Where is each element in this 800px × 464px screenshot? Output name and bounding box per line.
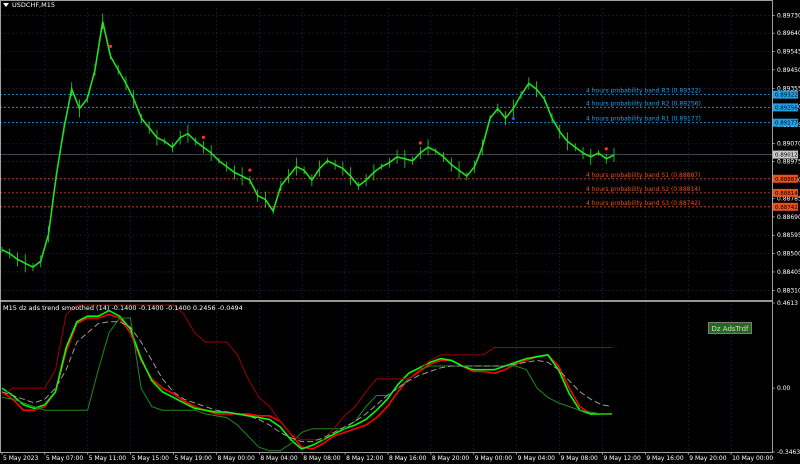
indicator-title: M15 dz ads trend smoothed (14) -0.1400 -… bbox=[3, 304, 243, 312]
price-tag-text: 0.89322 bbox=[775, 93, 798, 99]
time-label: 5 May 2023 bbox=[3, 455, 38, 462]
symbol-label[interactable]: USDCHF,M15 bbox=[3, 1, 55, 9]
price-label: 0.89450 bbox=[777, 67, 800, 74]
time-label: 9 May 12:00 bbox=[603, 455, 641, 462]
time-label: 5 May 15:00 bbox=[132, 455, 170, 462]
time-label: 9 May 00:00 bbox=[475, 455, 513, 462]
price-label: 0.88595 bbox=[777, 232, 800, 239]
band-label: 4 hours probability band S3 (0.88742) bbox=[586, 200, 700, 207]
time-label: 9 May 04:00 bbox=[518, 455, 556, 462]
indicator-label: 0.00 bbox=[777, 385, 791, 392]
time-label: 5 May 19:00 bbox=[175, 455, 213, 462]
time-label: 9 May 16:00 bbox=[646, 455, 684, 462]
time-label: 9 May 20:00 bbox=[689, 455, 727, 462]
indicator-label: 0.4613 bbox=[777, 300, 798, 307]
band-label: 4 hours probability band R2 (0.89256) bbox=[586, 100, 701, 107]
time-label: 8 May 08:00 bbox=[303, 455, 341, 462]
signal-dot bbox=[418, 141, 422, 145]
signal-dot bbox=[108, 44, 113, 48]
price-label: 0.89730 bbox=[777, 13, 800, 20]
price-tag-text: 0.89177 bbox=[775, 121, 798, 127]
price-label: 0.88500 bbox=[777, 251, 800, 258]
signal-dot bbox=[248, 168, 252, 172]
time-label: 8 May 04:00 bbox=[260, 455, 298, 462]
time-label: 5 May 11:00 bbox=[89, 455, 127, 462]
dropdown-triangle-icon bbox=[3, 3, 9, 7]
price-tag-text: 0.88742 bbox=[775, 205, 798, 211]
price-label: 0.89640 bbox=[777, 30, 800, 37]
signal-dot bbox=[201, 135, 206, 139]
chart-stage[interactable]: 4 hours probability band R3 (0.89322) 4 h… bbox=[0, 0, 800, 464]
price-label: 0.88310 bbox=[777, 287, 800, 294]
signal-dot bbox=[511, 116, 515, 121]
price-tag-text: 0.89256 bbox=[775, 105, 798, 111]
symbol-text: USDCHF,M15 bbox=[12, 1, 55, 9]
time-label: 8 May 00:00 bbox=[217, 455, 255, 462]
price-tag-text: 0.89012 bbox=[775, 153, 798, 159]
time-label: 8 May 12:00 bbox=[346, 455, 384, 462]
indicator-label: -0.3463 bbox=[777, 449, 800, 456]
price-tag-text: 0.88887 bbox=[775, 177, 798, 183]
dz-adstrd-button[interactable]: Dz AdsTrdf bbox=[708, 322, 752, 334]
band-label: 4 hours probability band S1 (0.88887) bbox=[586, 172, 700, 179]
price-label: 0.89070 bbox=[777, 140, 800, 147]
time-label: 5 May 07:00 bbox=[46, 455, 84, 462]
price-label: 0.89545 bbox=[777, 49, 800, 56]
time-label: 8 May 16:00 bbox=[389, 455, 427, 462]
price-tags: 0.89322 0.89256 0.89177 0.89012 0.88887 0.888… bbox=[773, 90, 798, 211]
band-label: 4 hours probability band R1 (0.89177) bbox=[586, 116, 701, 123]
signal-dot bbox=[604, 147, 608, 151]
price-label: 0.88405 bbox=[777, 269, 800, 276]
price-label: 0.88975 bbox=[777, 159, 800, 166]
time-label: 8 May 20:00 bbox=[432, 455, 470, 462]
time-label: 9 May 08:00 bbox=[561, 455, 599, 462]
time-label: 10 May 00:00 bbox=[732, 455, 773, 462]
price-tag-text: 0.88814 bbox=[775, 191, 798, 197]
band-label: 4 hours probability band S2 (0.88814) bbox=[586, 186, 700, 193]
price-label: 0.88690 bbox=[777, 214, 800, 221]
band-label: 4 hours probability band R3 (0.89322) bbox=[586, 88, 701, 95]
